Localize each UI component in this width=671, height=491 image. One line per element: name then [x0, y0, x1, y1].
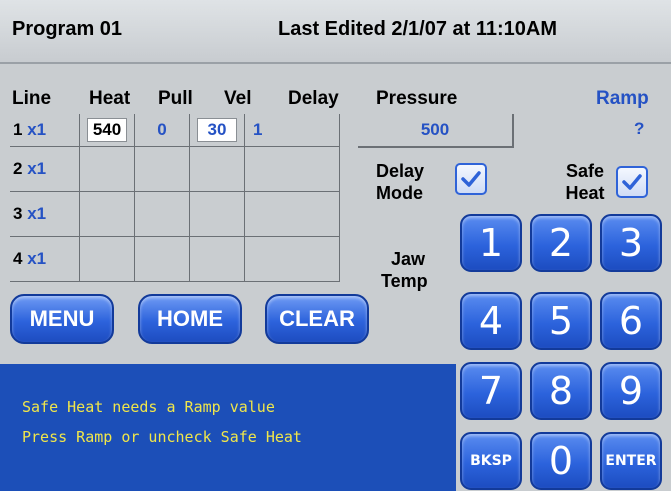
heat-cell[interactable] [79, 236, 135, 282]
keypad-3-button[interactable]: 3 [600, 214, 662, 272]
line-number: 4 [13, 249, 23, 268]
delay-cell[interactable] [244, 146, 340, 193]
table-row: 4 x1 [10, 236, 340, 282]
program-title: Program 01 [12, 18, 123, 40]
ramp-value[interactable]: ? [634, 119, 644, 139]
keypad-7-button[interactable]: 7 [460, 362, 522, 420]
vel-cell[interactable] [189, 191, 245, 238]
delay-mode-checkbox[interactable] [455, 163, 487, 195]
message-line-2: Press Ramp or uncheck Safe Heat [22, 428, 302, 446]
keypad-1-button[interactable]: 1 [460, 214, 522, 272]
pull-cell[interactable] [134, 236, 190, 282]
keypad-4-button[interactable]: 4 [460, 292, 522, 350]
delay-cell[interactable] [244, 191, 340, 238]
message-line-1: Safe Heat needs a Ramp value [22, 398, 275, 416]
jaw-temp-label-line1: Jaw [391, 249, 426, 269]
keypad-2-button[interactable]: 2 [530, 214, 592, 272]
line-multiplier: x1 [27, 249, 47, 268]
column-header-pull[interactable]: Pull [158, 88, 193, 110]
safe-heat-label-line2: Heat [565, 183, 605, 203]
column-header-delay[interactable]: Delay [288, 88, 339, 110]
delay-mode-label-line1: Delay [376, 161, 425, 181]
column-header-pressure[interactable]: Pressure [376, 88, 457, 110]
line-number: 2 [13, 159, 23, 179]
column-header-line: Line [12, 88, 52, 109]
vel-value: 30 [197, 118, 237, 143]
pull-cell[interactable] [134, 146, 190, 193]
keypad-6-button[interactable]: 6 [600, 292, 662, 350]
jaw-temp-label-line2: Temp [381, 271, 428, 291]
keypad-0-button[interactable]: 0 [530, 432, 592, 490]
last-edited-label: Last Edited 2/1/07 at 11:10AM [278, 18, 558, 40]
vel-cell[interactable] [189, 236, 245, 282]
keypad-9-button[interactable]: 9 [600, 362, 662, 420]
safe-heat-label-line1: Safe [565, 161, 605, 181]
line-multiplier: x1 [27, 204, 47, 224]
heat-value: 540 [87, 118, 127, 143]
column-header-vel[interactable]: Vel [224, 88, 251, 110]
line-cell[interactable]: 1 x1 [10, 114, 80, 148]
heat-cell[interactable]: 540 [79, 114, 135, 148]
table-row: 2 x1 [10, 146, 340, 193]
delay-cell[interactable] [244, 236, 340, 282]
checkmark-icon [622, 174, 642, 190]
line-number: 3 [13, 204, 23, 224]
pressure-value[interactable]: 500 [358, 114, 514, 148]
vel-cell[interactable] [189, 146, 245, 193]
safe-heat-checkbox[interactable] [616, 166, 648, 198]
program-lines-table: 1 x1 540 0 30 1 2 x1 3 x1 4 x1 [10, 114, 340, 282]
menu-button[interactable]: MENU [10, 294, 114, 344]
home-button[interactable]: HOME [138, 294, 242, 344]
delay-mode-label: Delay Mode [376, 160, 424, 204]
ramp-button[interactable]: Ramp [596, 88, 649, 110]
pull-cell[interactable]: 0 [134, 114, 190, 148]
keypad-5-button[interactable]: 5 [530, 292, 592, 350]
safe-heat-label: Safe Heat [560, 160, 610, 204]
column-header-heat[interactable]: Heat [89, 88, 130, 110]
delay-mode-label-line2: Mode [376, 183, 423, 203]
table-row: 3 x1 [10, 191, 340, 238]
heat-cell[interactable] [79, 146, 135, 193]
checkmark-icon [461, 171, 481, 187]
line-multiplier: x1 [27, 159, 47, 179]
keypad-8-button[interactable]: 8 [530, 362, 592, 420]
line-cell[interactable]: 2 x1 [10, 146, 80, 193]
line-number: 1 [13, 120, 23, 140]
line-cell[interactable]: 3 x1 [10, 191, 80, 238]
delay-value: 1 [253, 120, 263, 140]
enter-button[interactable]: ENTER [600, 432, 662, 490]
pull-cell[interactable] [134, 191, 190, 238]
clear-button[interactable]: CLEAR [265, 294, 369, 344]
jaw-temp-label: Jaw Temp [381, 248, 428, 292]
backspace-button[interactable]: BKSP [460, 432, 522, 490]
table-row: 1 x1 540 0 30 1 [10, 114, 340, 148]
pull-value: 0 [157, 120, 167, 140]
line-multiplier: x1 [27, 120, 47, 140]
line-cell[interactable]: 4 x1 [10, 236, 80, 282]
delay-cell[interactable]: 1 [244, 114, 340, 148]
vel-cell[interactable]: 30 [189, 114, 245, 148]
heat-cell[interactable] [79, 191, 135, 238]
